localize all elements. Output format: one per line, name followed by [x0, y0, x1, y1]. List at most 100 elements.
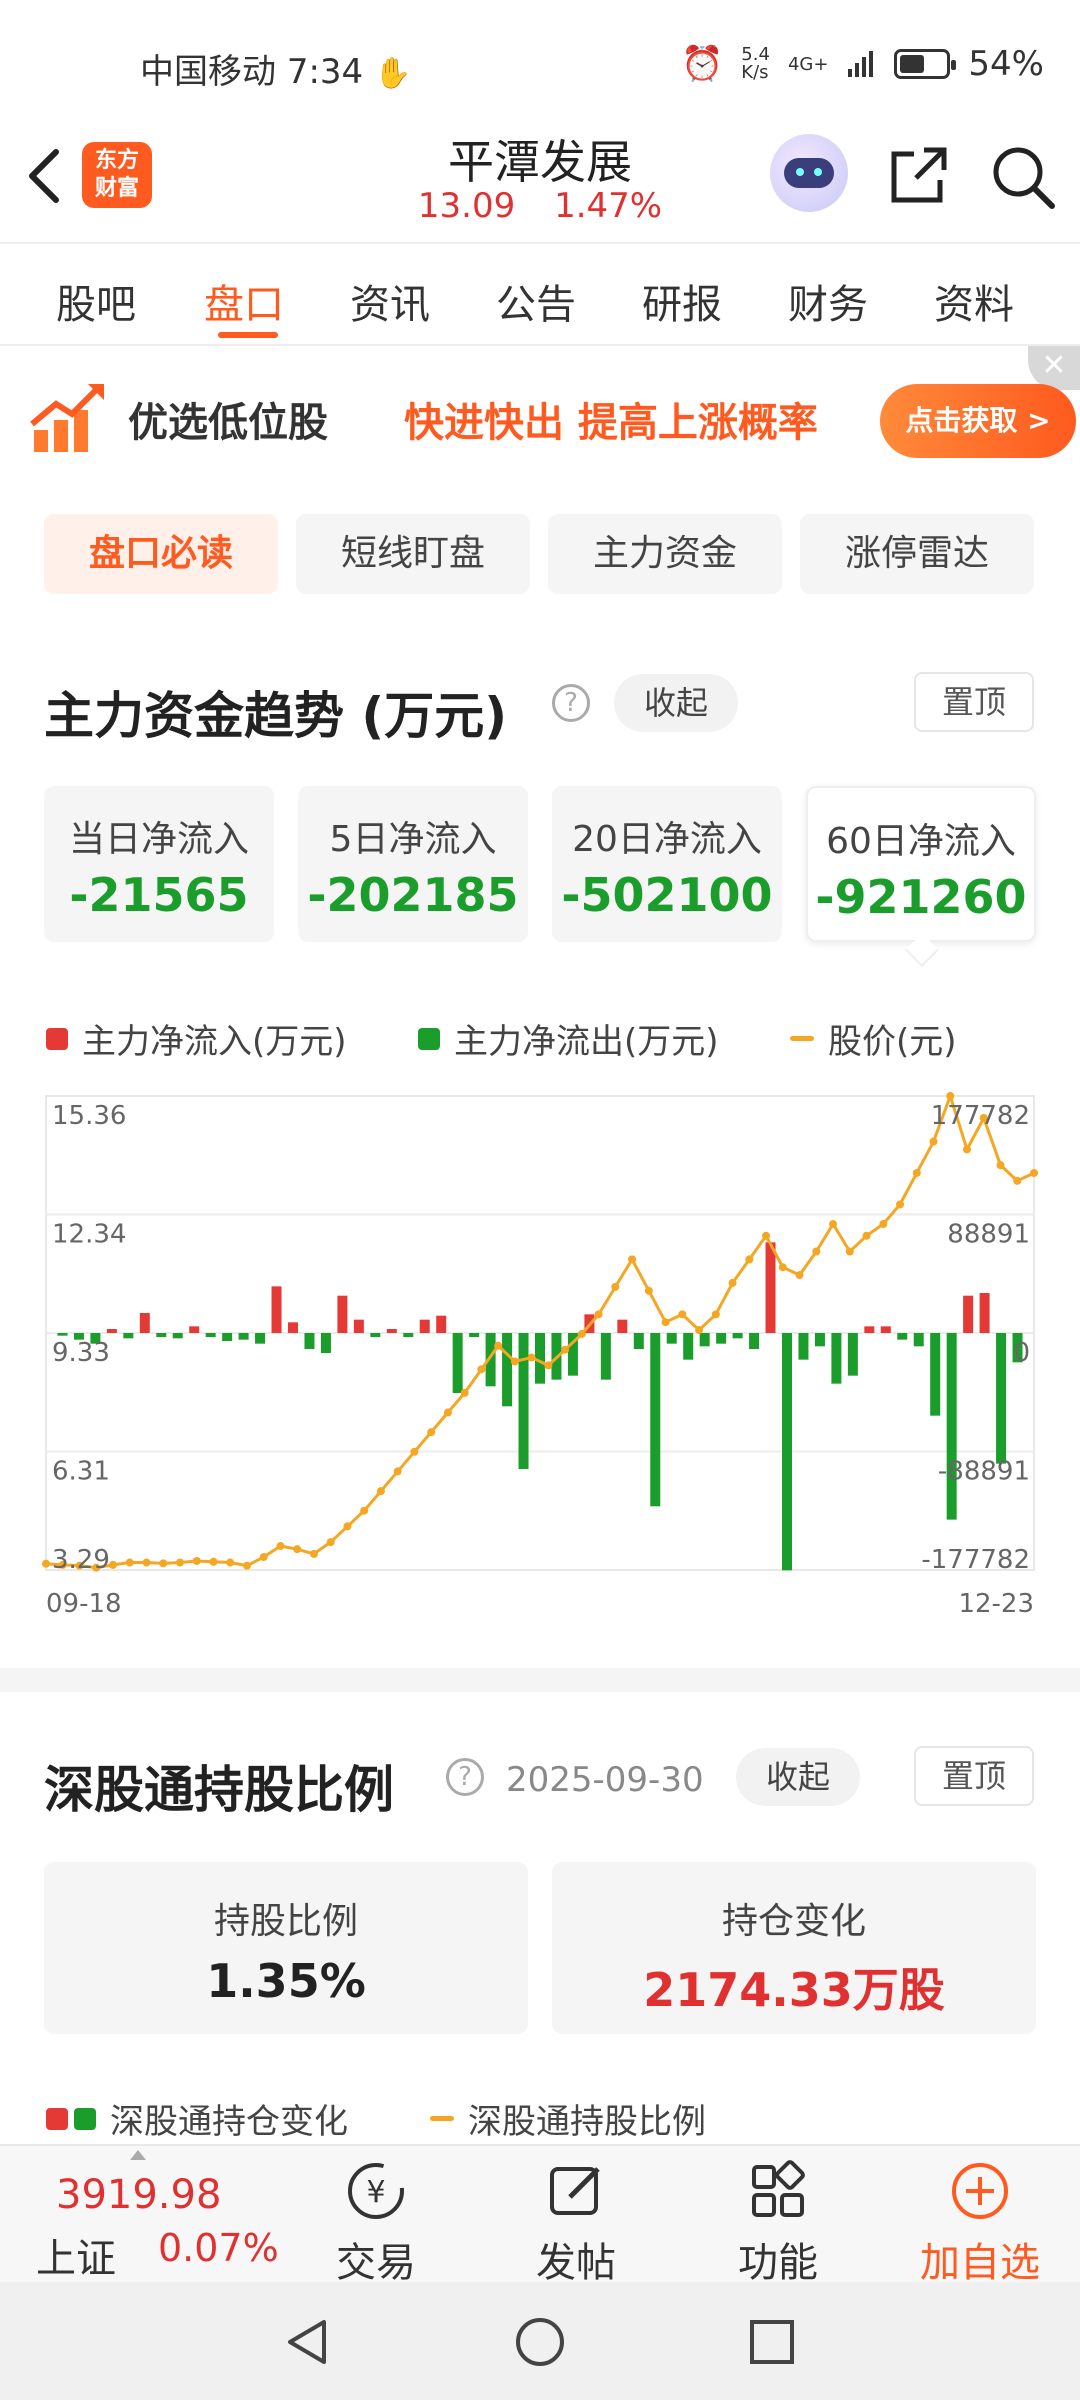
price-point [192, 1556, 201, 1565]
promo-banner[interactable]: ✕ 优选低位股 快进快出 提高上涨概率 点击获取 > [0, 346, 1080, 496]
outflow-bar [831, 1333, 842, 1384]
nav-back-icon[interactable] [280, 2314, 336, 2370]
price-point [42, 1559, 50, 1568]
price-point [912, 1168, 921, 1177]
price-point [561, 1345, 570, 1354]
subtab-must-read[interactable]: 盘口必读 [44, 514, 278, 594]
hk-pin-button[interactable]: 置顶 [914, 1746, 1034, 1806]
get-it-button[interactable]: 点击获取 > [880, 384, 1076, 458]
price-point [996, 1161, 1005, 1170]
net-type: 4G+ [787, 53, 829, 75]
alarm-icon: ⏰ [680, 44, 724, 84]
legend-red-swatch [46, 1027, 68, 1050]
price-point [594, 1310, 603, 1319]
features-button[interactable]: 功能 [708, 2156, 848, 2288]
outflow-bar [205, 1333, 216, 1337]
subtab-short-term[interactable]: 短线盯盘 [296, 514, 530, 594]
share-icon[interactable] [884, 140, 954, 210]
price-point [494, 1341, 503, 1350]
subtab-limit-up-radar[interactable]: 涨停雷达 [800, 514, 1034, 594]
battery-icon [894, 49, 957, 79]
legend-green-swatch [418, 1027, 440, 1050]
outflow-bar [518, 1333, 529, 1469]
outflow-bar [913, 1333, 924, 1347]
tab-guba[interactable]: 股吧 [56, 272, 136, 330]
legend-hk-ratio: 深股通持股比例 [430, 2094, 706, 2143]
post-button[interactable]: 发帖 [506, 2156, 646, 2288]
outflow-bar [699, 1333, 710, 1347]
card-value: 2174.33万股 [643, 1963, 945, 2017]
chart-up-icon [30, 384, 104, 452]
outflow-bar [238, 1333, 249, 1340]
battery-percent: 54% [968, 44, 1044, 84]
net-inflow-card[interactable]: 5日净流入 -202185 [298, 786, 528, 942]
card-value: -202185 [307, 868, 519, 922]
index-name: 上证 [36, 2236, 116, 2282]
card-value: -921260 [815, 870, 1027, 924]
card-value: 1.35% [206, 1954, 366, 2008]
tab-research[interactable]: 研报 [642, 272, 722, 330]
price-point [1030, 1168, 1038, 1177]
banner-slogan: 快进快出 提高上涨概率 [404, 400, 818, 446]
tab-announcement[interactable]: 公告 [496, 272, 576, 330]
hand-icon: ✋ [373, 56, 412, 91]
inflow-bar [337, 1295, 348, 1333]
tab-news[interactable]: 资讯 [350, 272, 430, 330]
right-axis-tick: 88891 [947, 1220, 1030, 1250]
price-point [242, 1561, 251, 1570]
price-point [393, 1467, 402, 1476]
price-point [309, 1549, 318, 1558]
search-icon[interactable] [988, 142, 1058, 212]
inflow-bar [963, 1295, 974, 1333]
right-axis-tick: 177782 [931, 1101, 1030, 1131]
nav-recents-icon[interactable] [744, 2314, 800, 2370]
price-point [577, 1329, 586, 1338]
inflow-bar [189, 1326, 200, 1333]
price-point [443, 1408, 452, 1417]
price-point [929, 1137, 938, 1146]
outflow-bar [716, 1333, 727, 1344]
ai-assistant-icon[interactable] [770, 134, 848, 212]
legend-hk-ratio-label: 深股通持股比例 [468, 2102, 706, 2142]
card-label: 5日净流入 [329, 819, 497, 860]
legend-red-swatch [46, 2107, 68, 2130]
post-label: 发帖 [536, 2240, 616, 2286]
help-icon[interactable]: ? [552, 684, 590, 722]
hk-section-title: 深股通持股比例 [44, 1761, 394, 1819]
legend-line-swatch [430, 2116, 454, 2121]
expand-up-icon [130, 2150, 146, 2160]
outflow-bar [320, 1333, 331, 1353]
inflow-bar [386, 1329, 397, 1333]
inflow-bar [271, 1286, 282, 1333]
subtab-main-funds[interactable]: 主力资金 [548, 514, 782, 594]
outflow-bar [469, 1333, 480, 1337]
help-icon[interactable]: ? [446, 1758, 484, 1796]
tab-profile[interactable]: 资料 [934, 272, 1014, 330]
price-point [293, 1545, 302, 1554]
price-point [628, 1255, 637, 1264]
net-inflow-card-selected[interactable]: 60日净流入 -921260 [806, 786, 1036, 942]
hk-collapse-button[interactable]: 收起 [736, 1748, 860, 1806]
outflow-bar [666, 1333, 677, 1344]
flow-collapse-button[interactable]: 收起 [614, 674, 738, 732]
inflow-bar [880, 1326, 891, 1333]
tab-finance[interactable]: 财务 [788, 272, 868, 330]
outflow-bar [403, 1333, 414, 1337]
trade-button[interactable]: ¥ 交易 [306, 2156, 446, 2288]
nav-home-icon[interactable] [512, 2314, 568, 2370]
legend-price: 股价(元) [790, 1014, 957, 1063]
legend-hk-change-label: 深股通持仓变化 [110, 2102, 348, 2142]
net-inflow-card[interactable]: 当日净流入 -21565 [44, 786, 274, 942]
inflow-bar [617, 1319, 628, 1333]
net-inflow-card[interactable]: 20日净流入 -502100 [552, 786, 782, 942]
inflow-bar [436, 1315, 447, 1333]
tab-pankou[interactable]: 盘口 [204, 272, 284, 330]
outflow-bar [732, 1333, 743, 1339]
card-label: 20日净流入 [572, 819, 762, 860]
main-fund-chart[interactable]: 15.36 12.34 9.33 6.31 3.29 177782 88891 0 -88891… [0, 1080, 1080, 1640]
net-speed: 5.4 K/s [741, 44, 770, 83]
left-axis-tick: 9.33 [52, 1338, 110, 1368]
add-watchlist-button[interactable]: 加自选 [910, 2156, 1050, 2288]
flow-pin-button[interactable]: 置顶 [914, 672, 1034, 732]
clock: 7:34 [286, 52, 364, 92]
